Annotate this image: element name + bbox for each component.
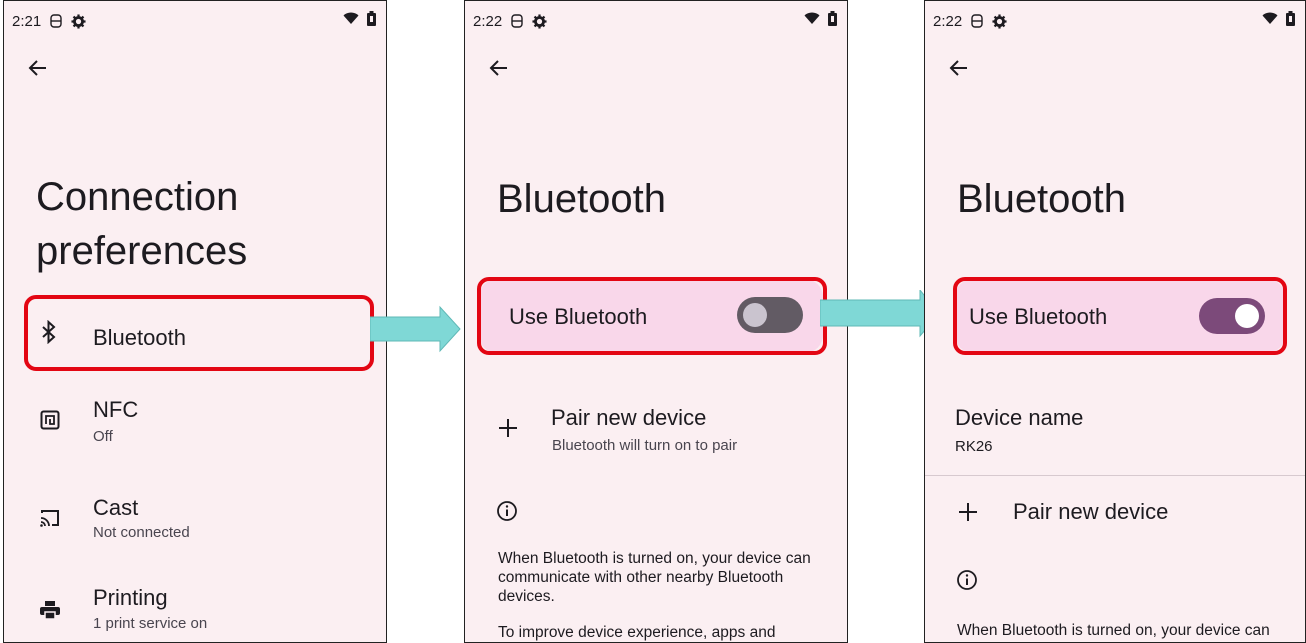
list-item-title: Printing: [93, 585, 168, 610]
highlight-box: [477, 277, 827, 355]
gear-icon: [71, 13, 86, 29]
status-bar: 2:21: [12, 9, 86, 33]
screen-bluetooth-off: 2:22 Bluetooth Use Bluetooth Pair new de…: [464, 0, 848, 643]
status-bar: 2:22: [933, 9, 1007, 33]
sim-icon: [970, 14, 984, 28]
status-time: 2:22: [933, 12, 963, 30]
info-text: When Bluetooth is turned on, your device…: [498, 550, 811, 605]
page-title-line2: preferences: [36, 229, 248, 273]
page-title-line1: Connection: [36, 175, 239, 219]
gear-icon: [532, 13, 547, 29]
screen-bluetooth-on: 2:22 Bluetooth Use Bluetooth Device name…: [924, 0, 1306, 643]
list-item-subtitle: 1 print service on: [93, 615, 208, 632]
highlight-box: [24, 295, 374, 371]
info-text: When Bluetooth is turned on, your device…: [957, 622, 1270, 639]
list-item-subtitle: Not connected: [93, 524, 190, 541]
list-item-nfc[interactable]: NFC Off: [24, 393, 372, 459]
info-text-2: To improve device experience, apps and: [498, 624, 776, 641]
status-time: 2:22: [473, 12, 503, 30]
list-item-printing[interactable]: Printing 1 print service on: [24, 585, 372, 642]
flow-arrow-2: [820, 290, 940, 338]
status-time: 2:21: [12, 12, 42, 30]
sim-icon: [510, 14, 524, 28]
back-arrow-icon[interactable]: [487, 56, 513, 82]
page-title: Bluetooth: [497, 177, 667, 221]
device-name-value: RK26: [955, 438, 993, 455]
plus-icon: [495, 415, 521, 441]
screen-connection-preferences: 2:21 Connection preferences Bluetooth NF…: [3, 0, 387, 643]
page-title: Bluetooth: [957, 177, 1127, 221]
status-right: [343, 11, 376, 31]
print-icon: [37, 597, 63, 623]
device-name-item[interactable]: Device name RK26: [955, 401, 1285, 461]
status-bar: 2:22: [473, 9, 547, 33]
list-item-title: NFC: [93, 397, 139, 422]
back-arrow-icon[interactable]: [26, 56, 52, 82]
status-right: [1262, 11, 1295, 31]
nfc-icon: [37, 407, 63, 433]
battery-icon: [828, 11, 837, 31]
pair-new-device-item[interactable]: Pair new device: [945, 489, 1285, 535]
divider: [925, 475, 1305, 476]
wifi-icon: [1262, 12, 1278, 30]
gear-icon: [992, 13, 1007, 29]
status-right: [804, 11, 837, 31]
list-item-title: Cast: [93, 495, 139, 520]
wifi-icon: [804, 12, 820, 30]
list-item-subtitle: Off: [93, 428, 113, 445]
pair-new-device-subtitle: Bluetooth will turn on to pair: [552, 437, 738, 454]
wifi-icon: [343, 12, 359, 30]
sim-icon: [49, 14, 63, 28]
battery-icon: [1286, 11, 1295, 31]
device-name-label: Device name: [955, 405, 1084, 430]
cast-icon: [37, 505, 63, 531]
info-icon: [496, 500, 518, 527]
back-arrow-icon[interactable]: [947, 56, 973, 82]
list-item-cast[interactable]: Cast Not connected: [24, 491, 372, 557]
pair-new-device-item[interactable]: Pair new device Bluetooth will turn on t…: [485, 397, 825, 467]
flow-arrow-1: [370, 305, 461, 353]
highlight-box: [953, 277, 1287, 355]
battery-icon: [367, 11, 376, 31]
pair-new-device-title: Pair new device: [551, 405, 707, 430]
pair-new-device-title: Pair new device: [1013, 499, 1169, 524]
plus-icon: [955, 499, 981, 525]
info-icon: [956, 569, 978, 596]
